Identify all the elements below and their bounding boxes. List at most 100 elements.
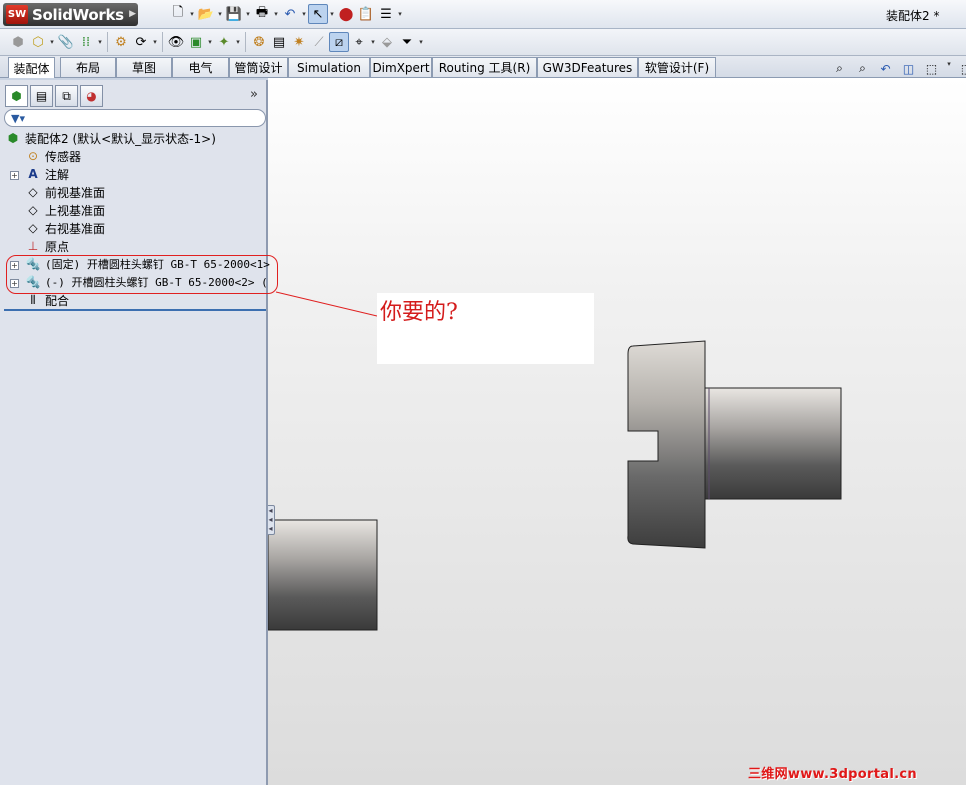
feature-manager-tab-icon[interactable]: ⬢ [5, 85, 28, 107]
highlight-ellipse [6, 255, 278, 294]
tree-item-top-plane[interactable]: ◇ 上视基准面 [25, 201, 105, 219]
bill-of-materials-icon[interactable]: ▤ [269, 32, 289, 52]
standard-toolbar: 🗋 ▾ 📂 ▾ 💾 ▾ 🖶 ▾ ↶ ▾ ↖ ▾ ⬤ 📋 ☰ ▾ [168, 4, 404, 24]
reference-geometry-icon[interactable]: ✦ [214, 32, 234, 52]
undo-dropdown-icon[interactable]: ▾ [300, 10, 308, 18]
solidworks-menu-button[interactable]: SW SolidWorks ▶ [3, 3, 138, 26]
origin-icon: ⊥ [27, 239, 39, 253]
reference-dropdown-icon[interactable]: ▾ [234, 38, 242, 46]
interference-detection-icon[interactable]: ⧄ [329, 32, 349, 52]
tree-item-label: 注解 [45, 167, 70, 182]
exploded-view-icon[interactable]: ✷ [289, 32, 309, 52]
model-graphics [268, 340, 842, 631]
view-orientation-dropdown-icon[interactable]: ▾ [945, 60, 953, 77]
show-hidden-components-icon[interactable]: 👁 [166, 32, 186, 52]
property-manager-tab-icon[interactable]: ▤ [30, 85, 53, 107]
tree-item-origin[interactable]: ⊥ 原点 [25, 237, 69, 255]
move-dropdown-icon[interactable]: ▾ [151, 38, 159, 46]
tab-gw3dfeatures[interactable]: GW3DFeatures [537, 57, 638, 77]
open-dropdown-icon[interactable]: ▾ [216, 10, 224, 18]
previous-view-icon[interactable]: ↶ [876, 60, 895, 77]
tree-item-label: 右视基准面 [45, 221, 106, 236]
filter-dropdown-icon[interactable]: ▾ [417, 38, 425, 46]
graphics-area[interactable] [268, 78, 966, 785]
solidworks-logo-icon: SW [6, 5, 28, 24]
display-style-icon[interactable]: ⬚ [957, 60, 966, 77]
features-dropdown-icon[interactable]: ▾ [206, 38, 214, 46]
heads-up-view-toolbar: ⌕ ⌕ ↶ ◫ ⬚ ▾ ⬚ [830, 60, 966, 77]
select-dropdown-icon[interactable]: ▾ [328, 10, 336, 18]
linear-pattern-icon[interactable]: ⁞⁞ [76, 32, 96, 52]
new-part-dropdown-icon[interactable]: ▾ [48, 38, 56, 46]
screw-part-2[interactable] [268, 519, 378, 631]
command-manager-tabs: 装配体 布局 草图 电气 管筒设计 Simulation DimXpert Ro… [0, 56, 966, 78]
mates-icon: ⫴ [30, 292, 36, 307]
section-view-icon[interactable]: ◫ [899, 60, 918, 77]
options-icon[interactable]: ☰ [376, 4, 396, 24]
select-cursor-icon[interactable]: ↖ [308, 4, 328, 24]
tab-simulation[interactable]: Simulation [288, 57, 370, 77]
app-name: SolidWorks [32, 5, 124, 24]
tab-sketch[interactable]: 草图 [116, 57, 172, 77]
panel-expand-icon[interactable]: » [250, 87, 258, 102]
selection-filter-icon[interactable]: ⏷ [397, 32, 417, 52]
mate-paperclip-icon[interactable]: 📎 [56, 32, 76, 52]
zoom-to-fit-icon[interactable]: ⌕ [830, 60, 849, 77]
undo-icon[interactable]: ↶ [280, 4, 300, 24]
tab-electrical[interactable]: 电气 [172, 57, 229, 77]
assembly-icon: ⬢ [7, 131, 19, 145]
watermark: 三维网www.3dportal.cn [748, 767, 917, 782]
pattern-dropdown-icon[interactable]: ▾ [96, 38, 104, 46]
menu-arrow-icon: ▶ [129, 9, 136, 19]
new-dropdown-icon[interactable]: ▾ [188, 10, 196, 18]
tree-item-label: 上视基准面 [45, 203, 106, 218]
screw-part-1[interactable] [627, 340, 842, 549]
tree-item-annotations[interactable]: A 注解 [25, 165, 69, 183]
move-component-icon[interactable]: ⟳ [131, 32, 151, 52]
feature-manager-panel: ⬢ ▤ ⧉ ◕ » ▼▾ ⬢ 装配体2 (默认<默认_显示状态-1>) ⊙ 传感… [0, 80, 270, 785]
assembly-features-icon[interactable]: ▣ [186, 32, 206, 52]
print-dropdown-icon[interactable]: ▾ [272, 10, 280, 18]
filter-icon: ▼▾ [11, 111, 25, 125]
explode-line-sketch-icon[interactable]: ⟋ [309, 32, 329, 52]
file-properties-icon[interactable]: 📋 [356, 4, 376, 24]
document-title: 装配体2 * [886, 9, 940, 23]
callout-box: 你要的? [377, 293, 594, 364]
new-motion-study-icon[interactable]: ❂ [249, 32, 269, 52]
tab-layout[interactable]: 布局 [60, 57, 116, 77]
expand-annotations-icon[interactable]: + [10, 171, 19, 180]
annotation-icon: A [28, 167, 38, 181]
smart-fasteners-icon[interactable]: ⚙ [111, 32, 131, 52]
tab-dimxpert[interactable]: DimXpert [370, 57, 432, 77]
zoom-to-area-icon[interactable]: ⌕ [853, 60, 872, 77]
large-assembly-icon[interactable]: ⬙ [377, 32, 397, 52]
tab-routing-tools[interactable]: Routing 工具(R) [432, 57, 537, 77]
plane-icon: ◇ [28, 185, 38, 199]
rebuild-traffic-light-icon[interactable]: ⬤ [336, 4, 356, 24]
configuration-manager-tab-icon[interactable]: ⧉ [55, 85, 78, 107]
instant3d-dropdown-icon[interactable]: ▾ [369, 38, 377, 46]
tree-item-assembly[interactable]: ⬢ 装配体2 (默认<默认_显示状态-1>) [5, 129, 216, 147]
feature-tree-filter[interactable]: ▼▾ [4, 109, 266, 127]
tree-item-sensors[interactable]: ⊙ 传感器 [25, 147, 81, 165]
assembly-toolbar: ⬢ ⬡ ▾ 📎 ⁞⁞ ▾ ⚙ ⟳ ▾ 👁 ▣ ▾ ✦ ▾ ❂ ▤ ✷ ⟋ ⧄ ⌖ ▾ ⬙ ⏷… [0, 29, 966, 56]
tab-piping[interactable]: 管筒设计 [229, 57, 288, 77]
instant3d-icon[interactable]: ⌖ [349, 32, 369, 52]
print-icon[interactable]: 🖶 [252, 4, 272, 24]
display-manager-tab-icon[interactable]: ◕ [80, 85, 103, 107]
title-bar: SW SolidWorks ▶ 🗋 ▾ 📂 ▾ 💾 ▾ 🖶 ▾ ↶ ▾ ↖ ▾ ⬤ 📋 ☰ ▾… [0, 0, 966, 29]
tree-item-front-plane[interactable]: ◇ 前视基准面 [25, 183, 105, 201]
new-document-icon[interactable]: 🗋 [168, 4, 188, 24]
view-orientation-icon[interactable]: ⬚ [922, 60, 941, 77]
tree-item-label: 装配体2 (默认<默认_显示状态-1>) [25, 131, 216, 146]
open-folder-icon[interactable]: 📂 [196, 4, 216, 24]
new-part-icon[interactable]: ⬡ [28, 32, 48, 52]
options-dropdown-icon[interactable]: ▾ [396, 10, 404, 18]
save-icon[interactable]: 💾 [224, 4, 244, 24]
tree-item-right-plane[interactable]: ◇ 右视基准面 [25, 219, 105, 237]
tab-hose-design[interactable]: 软管设计(F) [638, 57, 716, 77]
tree-rollback-bar[interactable] [4, 309, 266, 311]
tab-assembly[interactable]: 装配体 [8, 57, 55, 78]
insert-component-icon[interactable]: ⬢ [8, 32, 28, 52]
save-dropdown-icon[interactable]: ▾ [244, 10, 252, 18]
